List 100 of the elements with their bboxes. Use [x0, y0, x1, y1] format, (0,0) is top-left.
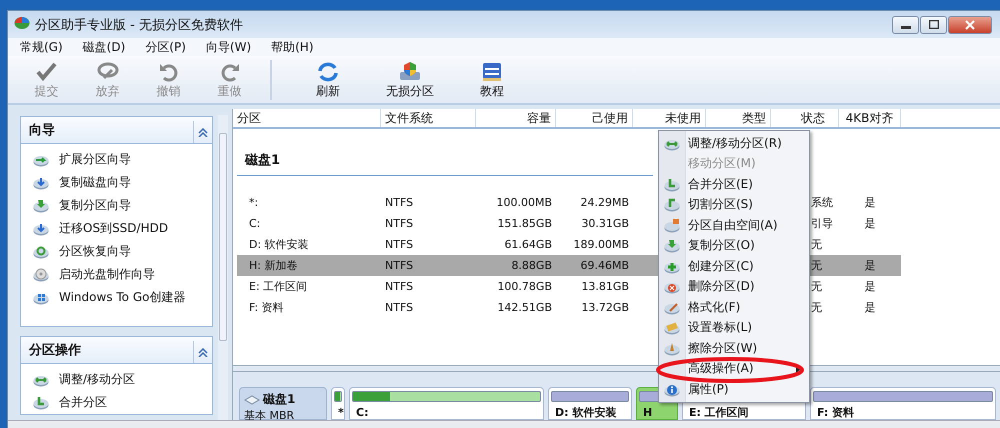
sidebar-item[interactable]: 分区恢复向导 [33, 240, 212, 263]
table-cell-text: *: [248, 195, 260, 211]
column-header[interactable]: 己使用 [556, 109, 633, 127]
table-cell-text: NTFS [384, 195, 414, 211]
menu-item[interactable]: 帮助(H) [271, 38, 314, 56]
refresh-icon [316, 60, 340, 82]
table-cell: NTFS [381, 255, 476, 276]
app-logo-icon [14, 16, 30, 30]
sidebar-item[interactable]: 扩展分区向导 [33, 148, 212, 171]
close-icon [965, 20, 975, 30]
menu-item[interactable]: 删除分区(D) [659, 276, 809, 297]
sidebar-item[interactable]: 合并分区 [33, 391, 212, 414]
menu-item[interactable]: 分区(P) [145, 38, 186, 56]
sidebar-item[interactable]: 复制磁盘向导 [33, 171, 212, 194]
menu-item[interactable]: 复制分区(O) [659, 236, 809, 256]
table-cell-text: E: 工作区间 [248, 279, 308, 295]
disk-arrow-icon [33, 395, 49, 410]
partition-label: C: [355, 406, 370, 419]
disk-arrow-icon [33, 198, 49, 213]
partition-label: * [337, 406, 342, 419]
table-cell-text: 无 [810, 237, 823, 253]
minimize-button[interactable] [892, 16, 919, 34]
table-cell-text: NTFS [384, 216, 414, 232]
chevron-up-icon [198, 348, 208, 356]
column-header[interactable]: 类型 [706, 109, 771, 127]
table-cell-text: 142.51GB [496, 300, 553, 316]
table-cell-text: 无 [810, 300, 823, 316]
table-cell-text: 是 [864, 300, 876, 316]
column-header[interactable]: 文件系统 [381, 109, 476, 127]
table-cell-text: 系统 [810, 195, 834, 211]
table-cell-text: 24.29MB [579, 195, 630, 211]
close-button[interactable] [948, 16, 992, 34]
menu-item[interactable]: 设置卷标(L) [659, 318, 809, 338]
scrollbar-thumb[interactable] [218, 133, 227, 341]
disk-arrow-icon [33, 175, 49, 190]
toolbar-button[interactable]: 刷新 [292, 58, 364, 102]
window-title: 分区助手专业版 - 无损分区免费软件 [35, 16, 243, 34]
menu-item[interactable]: 擦除分区(W) [659, 338, 809, 358]
table-cell-text: D: 软件安装 [248, 237, 310, 253]
table-cell: H: 新加卷 [237, 255, 381, 276]
menu-item[interactable]: 合并分区(E) [659, 174, 809, 194]
table-cell-text: 13.81GB [580, 279, 630, 295]
partition-block[interactable]: C: [349, 387, 544, 420]
sidebar-item[interactable]: 启动光盘制作向导 [33, 263, 212, 286]
table-cell-text: 是 [864, 279, 876, 295]
disk-cycle-icon [33, 244, 49, 259]
table-cell-text: 189.00MB [572, 237, 630, 253]
table-cell: 69.46MB [556, 255, 633, 276]
table-cell-text: 是 [864, 195, 876, 211]
table-cell-text: NTFS [384, 300, 414, 316]
table-cell-text: 100.78GB [496, 279, 553, 295]
column-header[interactable]: 分区 [233, 109, 381, 127]
menu-item[interactable]: 格式化(F) [659, 297, 809, 318]
sidebar-item[interactable]: 迁移OS到SSD/HDD [33, 217, 212, 240]
table-cell-text: 61.64GB [503, 237, 553, 253]
sidebar-item[interactable]: 复制分区向导 [33, 194, 212, 217]
table-cell-text: 是 [864, 216, 876, 232]
table-cell-text: NTFS [384, 279, 414, 295]
disk-tag-icon [664, 320, 680, 336]
maximize-icon [928, 20, 938, 29]
column-header[interactable]: 未使用 [633, 109, 706, 127]
table-cell-text: NTFS [384, 237, 414, 253]
toolbar-button[interactable]: 无损分区 [374, 58, 446, 102]
disc-icon [33, 267, 49, 282]
partition-label: D: 软件安装 [554, 406, 618, 419]
menu-item[interactable]: 调整/移动分区(R) [659, 133, 809, 154]
partition-block[interactable]: D: 软件安装 [548, 387, 632, 420]
table-cell-text: C: [248, 216, 262, 232]
disk-arrow-icon [664, 238, 680, 254]
table-cell-text: 100.00MB [495, 195, 553, 211]
sidebar-item[interactable]: Windows To Go创建器 [33, 286, 212, 309]
table-cell-text: F: 资料 [248, 300, 285, 316]
disk-arrow-icon [664, 176, 680, 192]
panel-title: 向导 [28, 122, 55, 139]
panel-title: 分区操作 [28, 342, 81, 359]
table-cell-text: 无 [810, 279, 823, 295]
disk-shield-icon [398, 60, 422, 82]
disk-arrow-icon [33, 221, 49, 236]
partition-label: F: 资料 [816, 406, 856, 419]
menu-item[interactable]: 常规(G) [20, 38, 63, 56]
menu-item[interactable]: 磁盘(D) [82, 38, 126, 56]
disk-type: 基本 MBR [244, 408, 296, 420]
sidebar-item[interactable]: 调整/移动分区 [33, 368, 212, 391]
menu-item[interactable]: 分区自由空间(A) [659, 215, 809, 236]
menu-item[interactable]: 切割分区(S) [659, 194, 809, 215]
partition-label: H [642, 406, 654, 419]
maximize-button[interactable] [920, 16, 947, 34]
menu-item[interactable]: 向导(W) [206, 38, 252, 56]
column-header[interactable]: 状态 [771, 109, 839, 127]
table-cell-text: 151.85GB [496, 216, 553, 232]
disk-name: 磁盘1 [263, 391, 296, 408]
disk-arrow-icon [664, 197, 680, 212]
disk-flag-icon [664, 218, 680, 233]
column-header[interactable]: 容量 [476, 109, 556, 127]
toolbar-button[interactable]: 教程 [456, 58, 528, 102]
partition-block[interactable]: * [331, 387, 345, 420]
scrollbar[interactable] [218, 115, 228, 420]
column-header[interactable]: 4KB对齐 [839, 109, 901, 127]
partition-block[interactable]: F: 资料 [810, 387, 996, 420]
table-cell-text: 13.72GB [580, 300, 630, 316]
